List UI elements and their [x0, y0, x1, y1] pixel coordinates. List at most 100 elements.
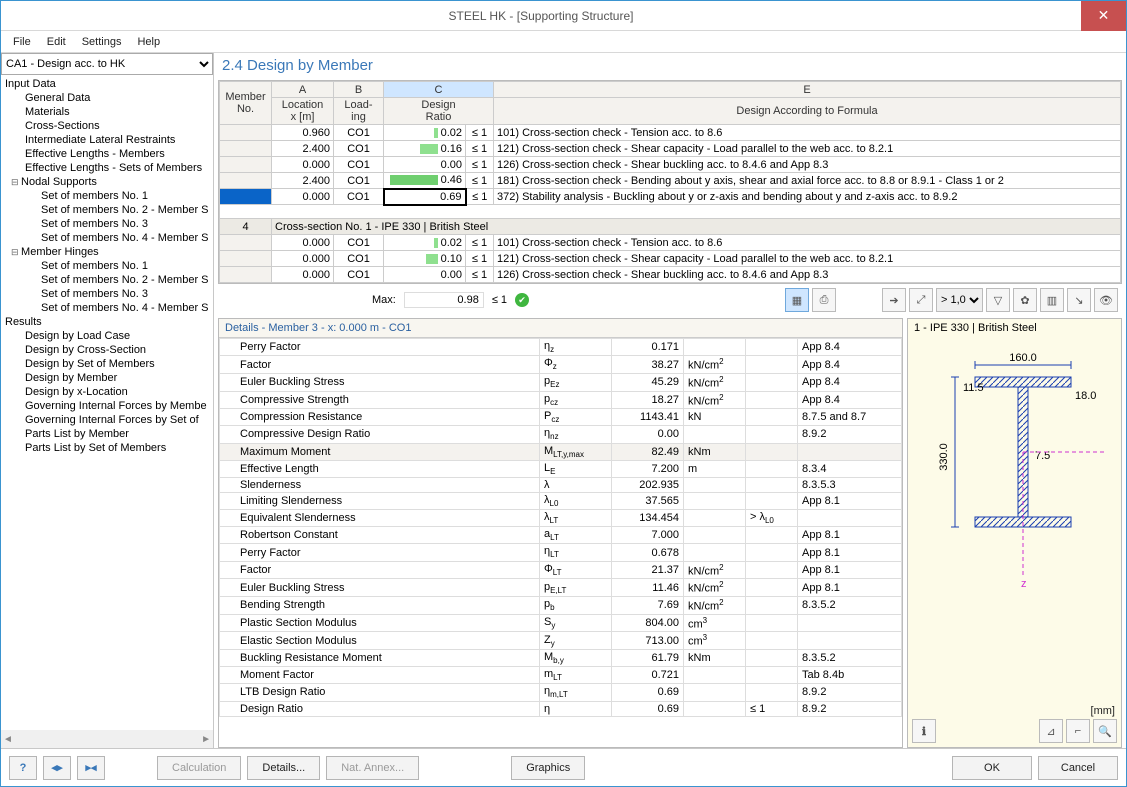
search-section-icon[interactable]: 🔍 — [1093, 719, 1117, 743]
details-panel: Details - Member 3 - x: 0.000 m - CO1 Pe… — [218, 318, 903, 748]
ok-button[interactable]: OK — [952, 756, 1032, 780]
settings-icon[interactable]: ✿ — [1013, 288, 1037, 312]
table-row[interactable]: 0.960CO1 0.02≤ 1101) Cross-section check… — [220, 125, 1121, 141]
tree-item[interactable]: Design by x-Location — [1, 385, 213, 399]
calculation-button[interactable]: Calculation — [157, 756, 241, 780]
design-grid[interactable]: MemberNo. A B C E Locationx [m] Load-ing… — [218, 80, 1122, 284]
detail-row: Design Ratioη0.69≤ 18.9.2 — [220, 701, 902, 716]
max-row: Max: 0.98 ≤ 1 ✔ ▦ ⎙ ➔ ⤢ > 1,0 ▽ ✿ ▥ ↘ 👁 — [214, 284, 1126, 316]
table-row[interactable]: 0.000CO1 0.10≤ 1121) Cross-section check… — [220, 251, 1121, 267]
axis-z-icon[interactable]: ⌐ — [1066, 719, 1090, 743]
tree-hinges-node[interactable]: Member Hinges — [1, 245, 213, 259]
tree-results-header: Results — [1, 315, 213, 329]
detail-row: Euler Buckling StresspE,LT11.46kN/cm2App… — [220, 579, 902, 597]
design-case-select[interactable]: CA1 - Design acc. to HK — [1, 53, 213, 75]
tree-item[interactable]: Design by Load Case — [1, 329, 213, 343]
export-icon[interactable]: ➔ — [882, 288, 906, 312]
prev-icon[interactable]: ◂▸ — [43, 756, 71, 780]
tree-item[interactable]: Governing Internal Forces by Membe — [1, 399, 213, 413]
next-icon[interactable]: ▸◂ — [77, 756, 105, 780]
ratio-filter-select[interactable]: > 1,0 — [936, 288, 983, 312]
tree-item[interactable]: Design by Cross-Section — [1, 343, 213, 357]
menubar: File Edit Settings Help — [1, 31, 1126, 53]
tree-nodal-node[interactable]: Nodal Supports — [1, 175, 213, 189]
preview-unit: [mm] — [1091, 705, 1115, 717]
nat-annex-button[interactable]: Nat. Annex... — [326, 756, 419, 780]
tree-item[interactable]: Set of members No. 1 — [1, 259, 213, 273]
detail-row: Plastic Section ModulusSy804.00cm3 — [220, 614, 902, 632]
details-title: Details - Member 3 - x: 0.000 m - CO1 — [219, 319, 902, 338]
tree-item[interactable]: General Data — [1, 91, 213, 105]
menu-help[interactable]: Help — [131, 34, 166, 50]
footer: ? ◂▸ ▸◂ Calculation Details... Nat. Anne… — [1, 748, 1126, 786]
tree-item[interactable]: Design by Member — [1, 371, 213, 385]
info-icon[interactable]: ℹ — [912, 719, 936, 743]
section-preview: 1 - IPE 330 | British Steel 160.0 330.0 … — [907, 318, 1122, 748]
select-icon[interactable]: ↘ — [1067, 288, 1091, 312]
col-A: A — [272, 82, 334, 98]
detail-row: Bending Strengthpb7.69kN/cm28.3.5.2 — [220, 596, 902, 614]
tree-item[interactable]: Set of members No. 3 — [1, 217, 213, 231]
detail-row: Equivalent SlendernessλLT134.454> λL0 — [220, 510, 902, 527]
detail-row: Buckling Resistance MomentMb,y61.79kNm8.… — [220, 649, 902, 666]
table-row[interactable]: 0.000CO1 0.00≤ 1126) Cross-section check… — [220, 267, 1121, 283]
tree-item[interactable]: Effective Lengths - Sets of Members — [1, 161, 213, 175]
axis-y-icon[interactable]: ⊿ — [1039, 719, 1063, 743]
cancel-button[interactable]: Cancel — [1038, 756, 1118, 780]
table-row[interactable]: 0.000CO1 0.69≤ 1372) Stability analysis … — [220, 189, 1121, 205]
detail-row: Limiting SlendernessλL037.565App 8.1 — [220, 492, 902, 509]
tree-hscroll[interactable]: ◄► — [1, 730, 213, 748]
col-B: B — [334, 82, 384, 98]
detail-row: Perry Factorηz0.171App 8.4 — [220, 339, 902, 356]
detail-row: FactorΦLT21.37kN/cm2App 8.1 — [220, 561, 902, 579]
max-label: Max: — [372, 294, 396, 306]
tree-item[interactable]: Set of members No. 3 — [1, 287, 213, 301]
chart-icon[interactable]: ▥ — [1040, 288, 1064, 312]
table-row[interactable]: 2.400CO1 0.16≤ 1121) Cross-section check… — [220, 141, 1121, 157]
section-title: 2.4 Design by Member — [214, 53, 1126, 80]
tree-item[interactable]: Set of members No. 2 - Member S — [1, 203, 213, 217]
col-load: Load-ing — [334, 98, 384, 125]
details-button[interactable]: Details... — [247, 756, 320, 780]
table-row[interactable]: 2.400CO1 0.46≤ 1181) Cross-section check… — [220, 173, 1121, 189]
menu-file[interactable]: File — [7, 34, 37, 50]
funnel-icon[interactable]: ▽ — [986, 288, 1010, 312]
tree-input-header: Input Data — [1, 77, 213, 91]
tree-item[interactable]: Set of members No. 4 - Member S — [1, 231, 213, 245]
help-icon[interactable]: ? — [9, 756, 37, 780]
section-row-text: Cross-section No. 1 - IPE 330 | British … — [272, 219, 1121, 235]
table-row[interactable]: 0.000CO1 0.02≤ 1101) Cross-section check… — [220, 235, 1121, 251]
tree-item[interactable]: Set of members No. 2 - Member S — [1, 273, 213, 287]
tree-item[interactable]: Design by Set of Members — [1, 357, 213, 371]
svg-text:160.0: 160.0 — [1009, 352, 1037, 364]
tree-item[interactable]: Parts List by Member — [1, 427, 213, 441]
graphics-button[interactable]: Graphics — [511, 756, 585, 780]
close-icon[interactable]: ✕ — [1081, 1, 1126, 31]
menu-edit[interactable]: Edit — [41, 34, 72, 50]
filter-icon[interactable]: ▦ — [785, 288, 809, 312]
tree-item[interactable]: Governing Internal Forces by Set of — [1, 413, 213, 427]
detail-row: Compressive Strengthpcz18.27kN/cm2App 8.… — [220, 391, 902, 409]
tree-item[interactable]: Set of members No. 1 — [1, 189, 213, 203]
section-rowhead: 4 — [220, 219, 272, 235]
detail-row: Compression ResistancePcz1143.41kN8.7.5 … — [220, 409, 902, 426]
tree-item[interactable]: Parts List by Set of Members — [1, 441, 213, 455]
print-icon[interactable]: ⎙ — [812, 288, 836, 312]
detail-row: Moment FactormLT0.721Tab 8.4b — [220, 667, 902, 684]
tree-item[interactable]: Materials — [1, 105, 213, 119]
zoom-icon[interactable]: ⤢ — [909, 288, 933, 312]
tree-item[interactable]: Effective Lengths - Members — [1, 147, 213, 161]
tree-item[interactable]: Set of members No. 4 - Member S — [1, 301, 213, 315]
svg-text:18.0: 18.0 — [1075, 390, 1096, 402]
eye-icon[interactable]: 👁 — [1094, 288, 1118, 312]
table-row[interactable]: 0.000CO1 0.00≤ 1126) Cross-section check… — [220, 157, 1121, 173]
tree-item[interactable]: Cross-Sections — [1, 119, 213, 133]
menu-settings[interactable]: Settings — [76, 34, 128, 50]
detail-row: Maximum MomentMLT,y,max82.49kNm — [220, 443, 902, 460]
col-C: C — [384, 82, 494, 98]
col-desc: Design According to Formula — [494, 98, 1121, 125]
section-drawing: 160.0 330.0 11.5 18.0 7.5 y z — [925, 347, 1105, 607]
tree-item[interactable]: Intermediate Lateral Restraints — [1, 133, 213, 147]
max-value: 0.98 — [404, 292, 484, 308]
svg-text:330.0: 330.0 — [938, 443, 950, 471]
